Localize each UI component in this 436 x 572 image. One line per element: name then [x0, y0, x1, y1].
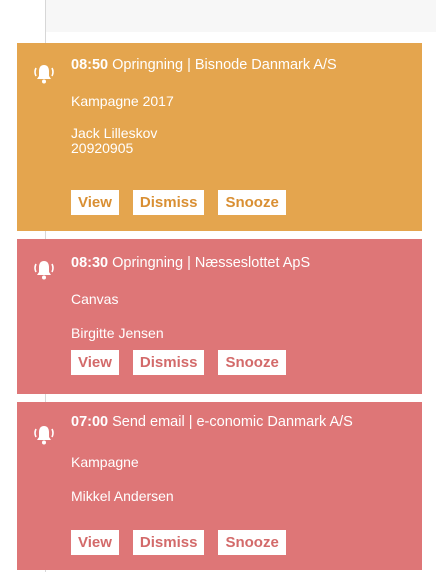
view-button[interactable]: View — [71, 190, 119, 215]
notification-phone: 20920905 — [71, 140, 134, 156]
notification-subject: Send email | e-conomic Danmark A/S — [108, 414, 353, 430]
dismiss-button[interactable]: Dismiss — [132, 530, 205, 555]
notification-contact: Birgitte Jensen — [71, 325, 164, 341]
notification-title: 08:30 Opringning | Næsseslottet ApS — [71, 255, 410, 271]
notification-actions: View Dismiss Snooze — [71, 190, 286, 215]
notification-subject: Opringning | Næsseslottet ApS — [108, 255, 311, 271]
notification-title: 08:50 Opringning | Bisnode Danmark A/S — [71, 57, 410, 73]
notification-content: 08:50 Opringning | Bisnode Danmark A/S K… — [71, 57, 410, 156]
notification-card: 08:30 Opringning | Næsseslottet ApS Canv… — [17, 239, 422, 394]
notification-time: 08:30 — [71, 255, 109, 271]
notification-card: 07:00 Send email | e-conomic Danmark A/S… — [17, 402, 422, 570]
notification-campaign: Canvas — [71, 291, 119, 307]
notification-title: 07:00 Send email | e-conomic Danmark A/S — [71, 414, 410, 430]
bell-icon — [34, 261, 54, 280]
dismiss-button[interactable]: Dismiss — [132, 190, 205, 215]
snooze-button[interactable]: Snooze — [218, 350, 286, 375]
snooze-button[interactable]: Snooze — [218, 530, 286, 555]
notification-actions: View Dismiss Snooze — [71, 530, 286, 555]
notification-contact: Jack Lilleskov — [71, 125, 158, 141]
view-button[interactable]: View — [71, 530, 119, 555]
notification-content: 08:30 Opringning | Næsseslottet ApS Canv… — [71, 255, 410, 341]
dismiss-button[interactable]: Dismiss — [132, 350, 205, 375]
top-bar — [46, 0, 436, 32]
notification-subject: Opringning | Bisnode Danmark A/S — [108, 57, 337, 73]
notification-card: 08:50 Opringning | Bisnode Danmark A/S K… — [17, 43, 422, 231]
notification-content: 07:00 Send email | e-conomic Danmark A/S… — [71, 414, 410, 504]
view-button[interactable]: View — [71, 350, 119, 375]
notification-time: 07:00 — [71, 414, 109, 430]
notification-campaign: Kampagne 2017 — [71, 93, 174, 109]
notification-actions: View Dismiss Snooze — [71, 350, 286, 375]
snooze-button[interactable]: Snooze — [218, 190, 286, 215]
bell-icon — [34, 426, 54, 445]
notification-contact: Mikkel Andersen — [71, 488, 174, 504]
notification-campaign: Kampagne — [71, 454, 139, 470]
notification-time: 08:50 — [71, 57, 109, 73]
bell-icon — [34, 65, 54, 84]
